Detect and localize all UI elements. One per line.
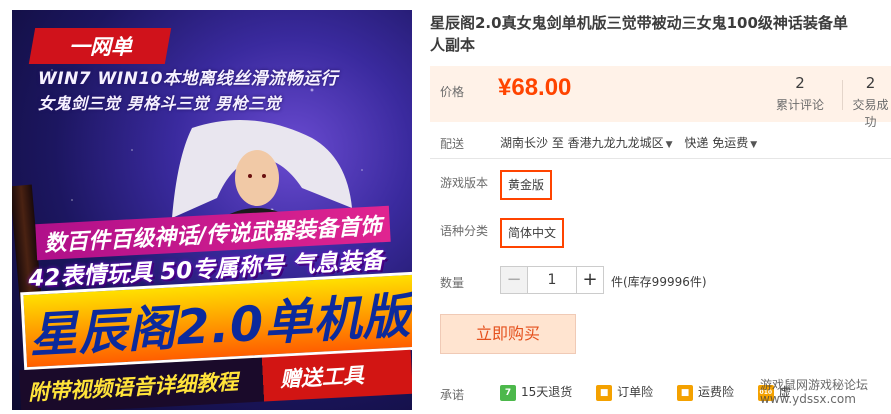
promise-item-label: 运费险 [697, 385, 734, 399]
stock-info: 件(库存99996件) [611, 275, 707, 289]
banner-gift-text: 赠送工具 [279, 363, 365, 392]
promise-item-label: 订单险 [617, 385, 654, 399]
buy-now-button[interactable]: 立即购买 [440, 314, 576, 354]
chevron-down-icon: ▼ [665, 140, 673, 150]
shipping-method[interactable]: 快递 免运费 ▼ [684, 136, 765, 150]
section-divider [430, 158, 891, 159]
banner-tutorial-text: 附带视频语音详细教程 [27, 369, 239, 405]
product-main-image[interactable]: 一网单 WIN7 WIN10本地离线丝滑流畅运行 女鬼剑三觉 男格斗三觉 男枪三… [12, 10, 412, 410]
quantity-label: 数量 [440, 276, 465, 290]
product-title-line-1: 星辰阁2.0真女鬼剑单机版三觉带被动三女鬼100级神话装备单 [430, 14, 848, 32]
promise-label: 承诺 [440, 388, 465, 402]
price-value: ¥68.00 [498, 74, 572, 101]
sales-count-number: 2 [865, 74, 876, 92]
promise-item-order-insurance[interactable]: ■ 订单险 [596, 383, 653, 401]
order-insurance-icon: ■ [596, 384, 613, 401]
product-title-line-2: 人副本 [430, 36, 476, 54]
quantity-decrease-button[interactable]: − [500, 266, 528, 294]
shipping-row: 湖南长沙 至 香港九龙九龙城区 ▼ 快递 免运费 ▼ [500, 134, 765, 151]
shipping-method-text: 快递 免运费 [684, 136, 749, 150]
7-day-return-icon: 7 [500, 384, 516, 401]
language-label: 语种分类 [440, 224, 489, 238]
price-label: 价格 [440, 85, 465, 99]
price-panel: 价格 ¥68.00 2 累计评论 2 交易成功 [430, 66, 891, 129]
banner-logo-text: 一网单 [68, 35, 132, 59]
product-title: 星辰阁2.0真女鬼剑单机版三觉带被动三女鬼100级神话装备单 人副本 [430, 12, 891, 56]
edition-option-gold[interactable]: 黄金版 [500, 170, 553, 200]
banner-logo: 一网单 [28, 28, 172, 64]
shipping-label: 配送 [440, 137, 465, 151]
review-count-label: 累计评论 [776, 98, 825, 112]
edition-label: 游戏版本 [440, 176, 489, 190]
stat-divider [842, 80, 843, 110]
shipping-destination[interactable]: 香港九龙九龙城区 ▼ [568, 136, 681, 150]
shipping-destination-text: 香港九龙九龙城区 [567, 136, 664, 150]
banner-line-2: 女鬼剑三觉 男格斗三觉 男枪三觉 [38, 94, 282, 113]
promise-item-return[interactable]: 7 15天退货 [500, 383, 572, 401]
chevron-down-icon: ▼ [750, 140, 758, 150]
quantity-input[interactable]: 1 [528, 266, 576, 294]
promise-item-label: 15天退货 [521, 385, 573, 399]
review-count-number: 2 [795, 74, 805, 92]
quantity-increase-button[interactable]: + [576, 266, 604, 294]
language-option-simplified-chinese[interactable]: 简体中文 [500, 218, 565, 248]
sales-count: 2 交易成功 [850, 74, 891, 130]
review-count[interactable]: 2 累计评论 [776, 74, 824, 113]
sales-count-label: 交易成功 [852, 98, 889, 129]
shipping-from: 湖南长沙 至 [500, 136, 564, 150]
promise-item-shipping-insurance[interactable]: ■ 运费险 [676, 383, 734, 401]
banner-line-1: WIN7 WIN10本地离线丝滑流畅运行 [38, 69, 339, 89]
site-watermark: 游戏鼠网游戏秘论坛 www.ydssx.com [760, 378, 869, 406]
shipping-insurance-icon: ■ [676, 384, 693, 401]
